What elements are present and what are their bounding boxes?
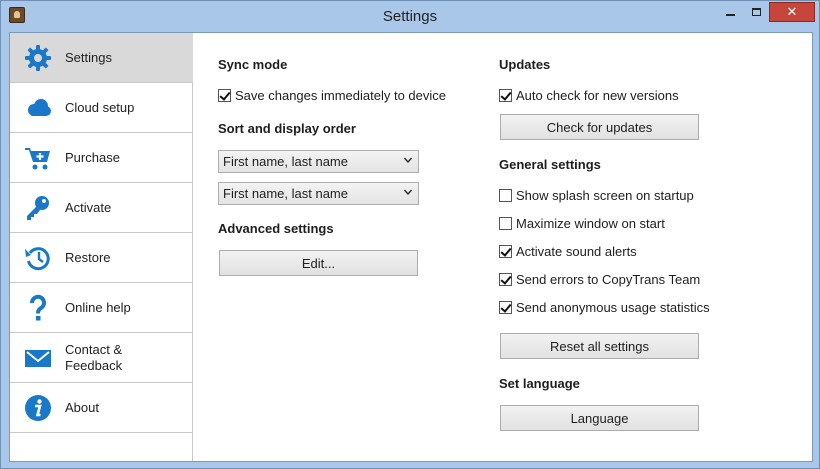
auto-check-checkbox-row[interactable]: Auto check for new versions [499, 87, 679, 103]
settings-content: Sync mode Save changes immediately to de… [194, 33, 812, 461]
maximize-icon [751, 8, 761, 16]
gear-icon [24, 44, 52, 72]
general-settings-heading: General settings [499, 157, 601, 172]
sidebar-item-contact-feedback[interactable]: Contact & Feedback [10, 333, 193, 383]
window-title: Settings [382, 8, 438, 25]
sort-order-select-2[interactable]: First name, last name [218, 182, 419, 205]
usage-statistics-checkbox[interactable] [499, 300, 512, 314]
sort-order-select-1[interactable]: First name, last name [218, 150, 419, 173]
info-icon [24, 394, 52, 422]
edit-button[interactable]: Edit... [219, 250, 418, 276]
chevron-down-icon [404, 189, 412, 196]
sidebar-item-label: Purchase [65, 149, 120, 165]
usage-statistics-label: Send anonymous usage statistics [516, 299, 710, 315]
auto-check-checkbox[interactable] [499, 88, 512, 102]
sidebar-item-activate[interactable]: Activate [10, 183, 193, 233]
maximize-window-checkbox[interactable] [499, 216, 512, 230]
reset-all-settings-button[interactable]: Reset all settings [500, 333, 699, 359]
splash-screen-checkbox[interactable] [499, 188, 512, 202]
cart-icon [24, 144, 52, 172]
sidebar-item-label: Activate [65, 199, 112, 215]
sidebar-item-label: Cloud setup [65, 99, 135, 115]
maximize-window-checkbox-row[interactable]: Maximize window on start [499, 215, 665, 231]
usage-statistics-checkbox-row[interactable]: Send anonymous usage statistics [499, 299, 710, 315]
sidebar-item-about[interactable]: About [10, 383, 193, 433]
maximize-window-label: Maximize window on start [516, 215, 665, 231]
sidebar-item-label: Settings [65, 49, 112, 65]
title-bar[interactable]: Settings ✕ [1, 1, 819, 32]
sync-mode-heading: Sync mode [218, 57, 288, 72]
close-button[interactable]: ✕ [769, 2, 815, 22]
settings-client-area: Settings Cloud setup Purchase Activate R… [9, 32, 813, 462]
sidebar-item-restore[interactable]: Restore [10, 233, 193, 283]
sidebar-item-label: Online help [65, 299, 131, 315]
settings-window: Settings ✕ Settings Cloud setup Purchase… [0, 0, 820, 469]
sidebar-item-label: Restore [65, 249, 111, 265]
sidebar-item-settings[interactable]: Settings [10, 33, 193, 83]
sort-order-select-1-value: First name, last name [223, 154, 348, 169]
key-icon [24, 194, 52, 222]
save-changes-checkbox[interactable] [218, 88, 231, 102]
question-icon [24, 294, 52, 322]
save-changes-label: Save changes immediately to device [235, 87, 447, 103]
set-language-heading: Set language [499, 376, 580, 391]
sort-order-select-2-value: First name, last name [223, 186, 348, 201]
cloud-icon [24, 94, 52, 122]
splash-screen-checkbox-row[interactable]: Show splash screen on startup [499, 187, 694, 203]
maximize-button[interactable] [743, 2, 769, 22]
sidebar-item-purchase[interactable]: Purchase [10, 133, 193, 183]
save-changes-checkbox-row[interactable]: Save changes immediately to device [218, 87, 446, 103]
send-errors-checkbox-row[interactable]: Send errors to CopyTrans Team [499, 271, 700, 287]
sound-alerts-label: Activate sound alerts [516, 243, 637, 259]
sort-order-heading: Sort and display order [218, 121, 356, 136]
chevron-down-icon [404, 157, 412, 164]
sidebar-item-label: Contact & Feedback [65, 341, 123, 373]
sidebar: Settings Cloud setup Purchase Activate R… [10, 33, 193, 461]
history-icon [24, 244, 52, 272]
auto-check-label: Auto check for new versions [516, 87, 679, 103]
language-button[interactable]: Language [500, 405, 699, 431]
close-icon: ✕ [786, 4, 798, 19]
advanced-settings-heading: Advanced settings [218, 221, 334, 236]
sidebar-item-online-help[interactable]: Online help [10, 283, 193, 333]
splash-screen-label: Show splash screen on startup [516, 187, 694, 203]
send-errors-label: Send errors to CopyTrans Team [516, 271, 701, 287]
check-for-updates-button[interactable]: Check for updates [500, 114, 699, 140]
minimize-button[interactable] [717, 2, 743, 22]
updates-heading: Updates [499, 57, 551, 72]
minimize-icon [725, 14, 735, 16]
sound-alerts-checkbox-row[interactable]: Activate sound alerts [499, 243, 637, 259]
sound-alerts-checkbox[interactable] [499, 244, 512, 258]
sidebar-item-label: About [65, 399, 99, 415]
send-errors-checkbox[interactable] [499, 272, 512, 286]
envelope-icon [24, 344, 52, 372]
sidebar-item-cloud-setup[interactable]: Cloud setup [10, 83, 193, 133]
